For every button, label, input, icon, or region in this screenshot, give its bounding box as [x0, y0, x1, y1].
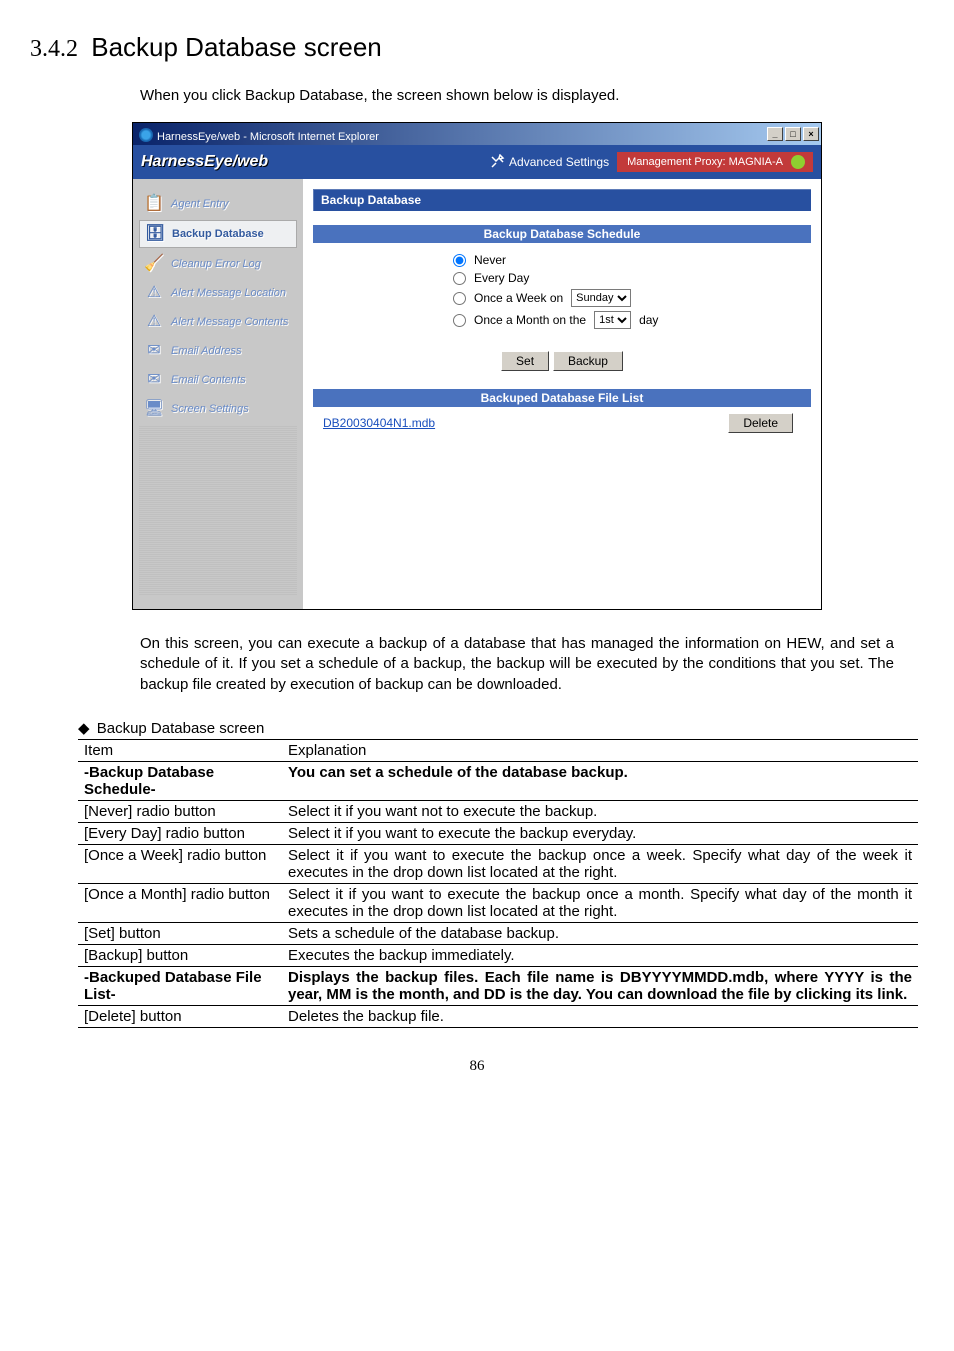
radio-once-week[interactable]: Once a Week on Sunday — [453, 287, 811, 309]
sidebar-item[interactable]: 🖥 Screen Settings — [139, 396, 297, 422]
sidebar-item[interactable]: ⚠ Alert Message Contents — [139, 309, 297, 335]
radio-month-input[interactable] — [453, 314, 466, 327]
section-heading: 3.4.2 Backup Database screen — [30, 32, 924, 63]
sidebar-item-icon: 🧹 — [143, 254, 165, 274]
sidebar-item-label: Email Contents — [171, 374, 246, 386]
table-cell-explanation: You can set a schedule of the database b… — [282, 761, 918, 800]
sidebar-item[interactable]: 🗄 Backup Database — [139, 220, 297, 248]
file-list-heading: Backuped Database File List — [313, 389, 811, 407]
sidebar-item-icon: ⚠ — [143, 283, 165, 303]
week-day-select[interactable]: Sunday — [571, 289, 631, 307]
description-paragraph: On this screen, you can execute a backup… — [140, 634, 894, 695]
sidebar-item-icon: ✉ — [143, 370, 165, 390]
table-row: -Backup Database Schedule-You can set a … — [78, 761, 918, 800]
delete-button[interactable]: Delete — [728, 413, 793, 433]
explanation-table: Item Explanation -Backup Database Schedu… — [78, 739, 918, 1028]
maximize-button[interactable]: □ — [785, 127, 801, 141]
sidebar-item-icon: 🖥 — [143, 399, 165, 419]
sidebar-item[interactable]: ✉ Email Contents — [139, 367, 297, 393]
table-header-item: Item — [78, 739, 282, 761]
sidebar-item[interactable]: 📋 Agent Entry — [139, 191, 297, 217]
sidebar-item-label: Alert Message Contents — [171, 316, 288, 328]
sidebar-item[interactable]: 🧹 Cleanup Error Log — [139, 251, 297, 277]
sidebar-item-label: Cleanup Error Log — [171, 258, 261, 270]
sidebar-item-icon: 🗄 — [144, 224, 166, 244]
advanced-settings-link[interactable]: Advanced Settings — [489, 154, 609, 170]
table-row: [Once a Month] radio buttonSelect it if … — [78, 883, 918, 922]
radio-every-input[interactable] — [453, 272, 466, 285]
table-cell-explanation: Select it if you want not to execute the… — [282, 800, 918, 822]
window-title: HarnessEye/web - Microsoft Internet Expl… — [139, 126, 379, 143]
table-cell-explanation: Deletes the backup file. — [282, 1005, 918, 1027]
sidebar-item[interactable]: ⚠ Alert Message Location — [139, 280, 297, 306]
sidebar-item-label: Backup Database — [172, 228, 264, 240]
radio-every-day[interactable]: Every Day — [453, 269, 811, 287]
sidebar-item-label: Screen Settings — [171, 403, 249, 415]
table-row: [Backup] buttonExecutes the backup immed… — [78, 944, 918, 966]
minimize-button[interactable]: _ — [767, 127, 783, 141]
table-cell-item: [Every Day] radio button — [78, 822, 282, 844]
intro-paragraph: When you click Backup Database, the scre… — [140, 87, 924, 104]
table-cell-explanation: Sets a schedule of the database backup. — [282, 922, 918, 944]
schedule-heading: Backup Database Schedule — [313, 225, 811, 243]
backup-button[interactable]: Backup — [553, 351, 623, 371]
table-cell-item: [Backup] button — [78, 944, 282, 966]
set-button[interactable]: Set — [501, 351, 549, 371]
screenshot-window: HarnessEye/web - Microsoft Internet Expl… — [132, 122, 822, 610]
sidebar-item-icon: ⚠ — [143, 312, 165, 332]
table-cell-item: [Set] button — [78, 922, 282, 944]
file-list-row: DB20030404N1.mdb Delete — [313, 407, 811, 439]
backup-file-link[interactable]: DB20030404N1.mdb — [323, 416, 435, 430]
section-number: 3.4.2 — [30, 36, 78, 62]
sidebar-item-label: Agent Entry — [171, 198, 228, 210]
radio-once-month[interactable]: Once a Month on the 1st day — [453, 309, 811, 331]
diamond-icon: ◆ — [78, 719, 90, 737]
table-cell-explanation: Select it if you want to execute the bac… — [282, 822, 918, 844]
table-row: [Never] radio buttonSelect it if you wan… — [78, 800, 918, 822]
sidebar-item-label: Alert Message Location — [171, 287, 286, 299]
page-number: 86 — [30, 1058, 924, 1075]
section-title: Backup Database screen — [91, 32, 382, 62]
sidebar-item-icon: ✉ — [143, 341, 165, 361]
schedule-options: Never Every Day Once a Week on Sunday On… — [313, 243, 811, 345]
table-header-explanation: Explanation — [282, 739, 918, 761]
sidebar-item[interactable]: ✉ Email Address — [139, 338, 297, 364]
table-cell-item: [Once a Month] radio button — [78, 883, 282, 922]
table-cell-item: -Backuped Database File List- — [78, 966, 282, 1005]
table-cell-explanation: Select it if you want to execute the bac… — [282, 883, 918, 922]
table-row: -Backuped Database File List-Displays th… — [78, 966, 918, 1005]
table-cell-item: [Once a Week] radio button — [78, 844, 282, 883]
sidebar-filler — [139, 425, 297, 595]
table-cell-item: [Delete] button — [78, 1005, 282, 1027]
app-header: HarnessEye/web Advanced Settings Managem… — [133, 145, 821, 179]
radio-never-input[interactable] — [453, 254, 466, 267]
table-row: [Set] buttonSets a schedule of the datab… — [78, 922, 918, 944]
close-button[interactable]: × — [803, 127, 819, 141]
panel-title: Backup Database — [313, 189, 811, 211]
radio-week-input[interactable] — [453, 292, 466, 305]
sidebar-item-label: Email Address — [171, 345, 242, 357]
table-row: [Every Day] radio buttonSelect it if you… — [78, 822, 918, 844]
table-cell-explanation: Select it if you want to execute the bac… — [282, 844, 918, 883]
table-row: [Delete] buttonDeletes the backup file. — [78, 1005, 918, 1027]
table-row: [Once a Week] radio buttonSelect it if y… — [78, 844, 918, 883]
sidebar: 📋 Agent Entry 🗄 Backup Database 🧹 Cleanup Err… — [133, 179, 303, 609]
status-indicator-icon — [791, 155, 805, 169]
content-pane: Backup Database Backup Database Schedule… — [303, 179, 821, 609]
month-day-select[interactable]: 1st — [594, 311, 631, 329]
proxy-status: Management Proxy: MAGNIA-A — [617, 152, 813, 172]
window-title-bar: HarnessEye/web - Microsoft Internet Expl… — [133, 123, 821, 145]
table-cell-item: -Backup Database Schedule- — [78, 761, 282, 800]
tools-icon — [489, 154, 505, 170]
table-cell-explanation: Displays the backup files. Each file nam… — [282, 966, 918, 1005]
table-cell-explanation: Executes the backup immediately. — [282, 944, 918, 966]
app-logo: HarnessEye/web — [141, 153, 268, 171]
sidebar-item-icon: 📋 — [143, 194, 165, 214]
radio-never[interactable]: Never — [453, 251, 811, 269]
table-caption: ◆ Backup Database screen — [78, 719, 924, 737]
ie-icon — [139, 128, 153, 142]
table-cell-item: [Never] radio button — [78, 800, 282, 822]
